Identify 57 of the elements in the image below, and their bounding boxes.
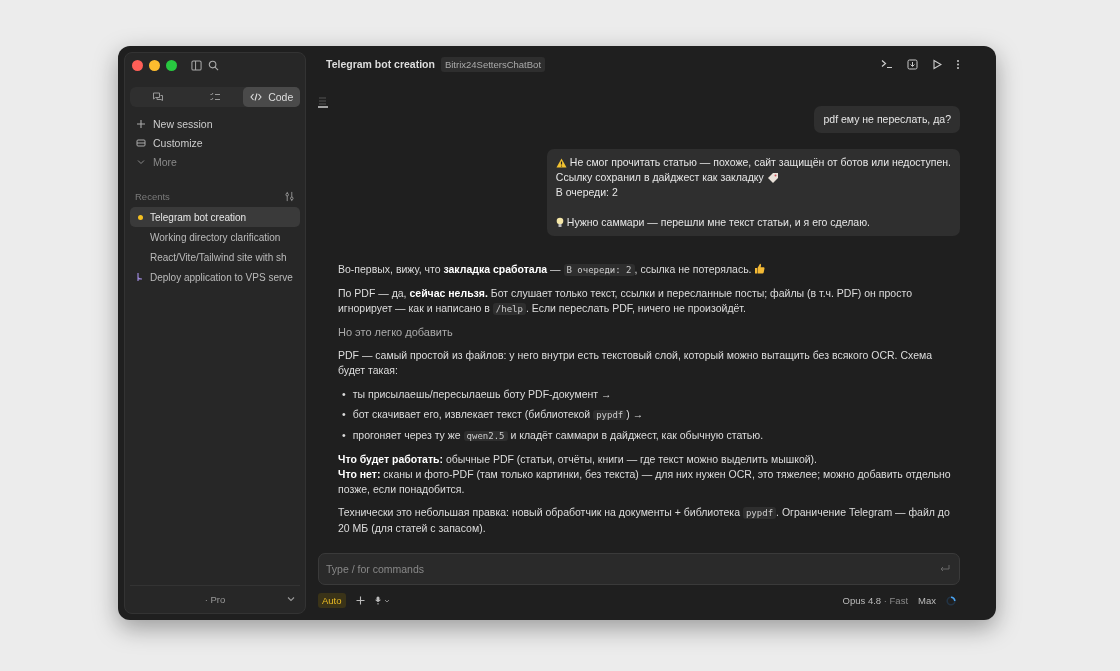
return-icon[interactable] bbox=[939, 564, 950, 573]
message-text: Нужно саммари — перешли мне текст статьи, и я его сделаю. bbox=[566, 215, 870, 230]
nav-item[interactable]: More bbox=[130, 154, 300, 169]
filter-icon[interactable] bbox=[284, 191, 295, 202]
mode-tab[interactable]: Code bbox=[243, 87, 300, 107]
message-input[interactable]: Type / for commands bbox=[318, 553, 960, 585]
play-icon[interactable] bbox=[932, 58, 942, 70]
microphone-icon[interactable] bbox=[374, 596, 389, 605]
response-paragraph: Что нет: сканы и фото-PDF (там только картинки, без текста) — для них нужен OCR, это тяжелее; можно добавить отдельно позже, если понадобится. bbox=[338, 467, 952, 497]
response-paragraph: Во-первых, вижу, что закладка сработала — В очереди: 2 , ссылка не потерялась. bbox=[338, 262, 960, 278]
spinner-icon bbox=[946, 595, 956, 606]
message-text: pdf ему не переслать, да? bbox=[823, 112, 951, 127]
message-text: Ссылку сохранил в дайджест как закладку bbox=[555, 170, 764, 185]
mode-badge[interactable]: Auto bbox=[318, 593, 346, 608]
search-icon[interactable] bbox=[208, 59, 219, 71]
download-icon[interactable] bbox=[907, 58, 918, 70]
checklist-icon bbox=[209, 91, 221, 103]
warning-icon bbox=[555, 157, 567, 168]
close-button[interactable] bbox=[132, 59, 143, 71]
session-item[interactable]: Telegram bot creation bbox=[130, 207, 300, 227]
session-item[interactable]: Deploy application to VPS serve bbox=[130, 267, 300, 287]
more-icon[interactable] bbox=[956, 58, 960, 70]
nav-item[interactable]: New session bbox=[130, 116, 300, 131]
response-paragraph: PDF — самый простой из файлов: у него внутри есть текстовый слой, который можно вытащить без всякого OCR. Схема будет такая: bbox=[338, 348, 934, 378]
message-text: Не смог прочитать статью — похоже, сайт защищён от ботов или недоступен. bbox=[569, 155, 951, 170]
message-text: В очереди: 2 bbox=[555, 185, 618, 200]
branch-icon bbox=[135, 272, 145, 282]
minimize-button[interactable] bbox=[149, 59, 160, 71]
nav-item[interactable]: Customize bbox=[130, 135, 300, 150]
code-icon bbox=[250, 92, 263, 102]
effort-selector[interactable]: Max bbox=[918, 595, 936, 606]
list-item: • бот скачивает его, извлекает текст (библиотекой pypdf ) → bbox=[342, 407, 645, 422]
section-label: Recents bbox=[135, 191, 170, 202]
session-item[interactable]: React/Vite/Tailwind site with sh bbox=[130, 247, 300, 267]
chat-icon bbox=[152, 91, 165, 103]
terminal-icon[interactable] bbox=[881, 59, 893, 69]
plus-icon bbox=[136, 118, 146, 129]
chevron-icon bbox=[286, 595, 296, 603]
maximize-button[interactable] bbox=[166, 59, 177, 71]
project-tag: Bitrix24SettersChatBot bbox=[440, 56, 546, 72]
outline-icon[interactable] bbox=[318, 96, 328, 108]
response-paragraph: Технически это небольшая правка: новый обработчик на документы + библиотека pypdf . Ограничение Telegram — файл до 20 МБ (для статей с запасом). bbox=[338, 505, 951, 536]
model-selector[interactable]: Opus 4.8 · Fast bbox=[842, 595, 909, 606]
session-title: Telegram bot creation bbox=[326, 58, 435, 70]
lightbulb-icon bbox=[555, 217, 564, 228]
tag-icon bbox=[766, 172, 779, 183]
response-paragraph: Что будет работать: обычные PDF (статьи, отчёты, книги — где текст можно выделить мышкой). bbox=[338, 452, 818, 467]
response-heading: Но это легко добавить bbox=[338, 325, 454, 340]
toolbox-icon bbox=[136, 137, 146, 148]
response-paragraph: По PDF — да, сейчас нельзя. Бот слушает только текст, ссылки и пересланные посты; файлы (в т.ч. PDF) он просто игнорирует — как и написано в /help . Если переслать PDF, ничего не произойдёт. bbox=[338, 286, 913, 317]
plan-selector[interactable]: · Pro bbox=[130, 585, 300, 607]
list-item: • ты присылаешь/пересылаешь боту PDF-документ → bbox=[342, 387, 613, 402]
sidebar-toggle-icon[interactable] bbox=[191, 59, 202, 71]
thumbs-up-icon bbox=[753, 263, 765, 274]
add-icon[interactable] bbox=[355, 596, 365, 605]
session-item[interactable]: Working directory clarification bbox=[130, 227, 300, 247]
list-item: • прогоняет через ту же qwen2.5 и кладёт саммари в дайджест, как обычную статью. bbox=[342, 428, 765, 443]
